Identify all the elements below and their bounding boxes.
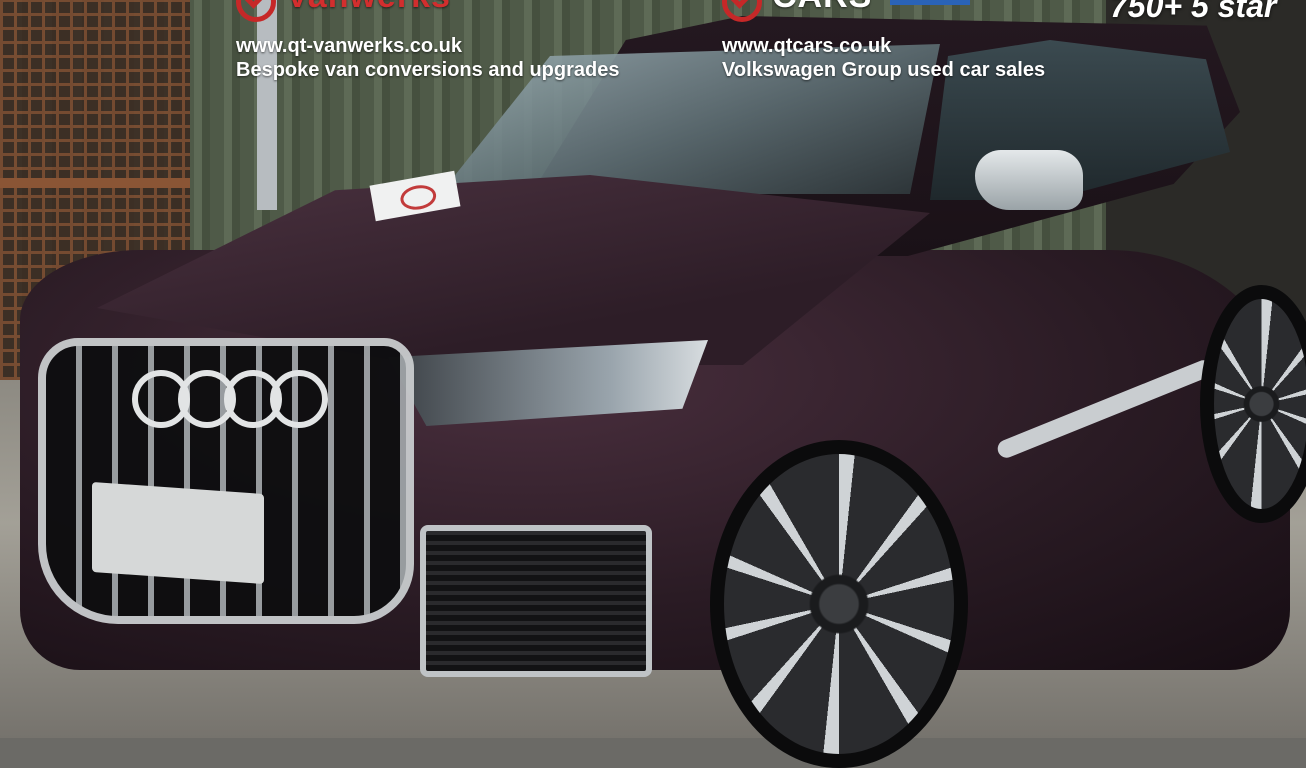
number-plate (92, 481, 264, 585)
qtcars-brand: CARS www.qtcars.co.uk Volkswagen Group u… (722, 0, 1045, 82)
qtcars-tagline: Volkswagen Group used car sales (722, 59, 1046, 81)
qt-logo-icon (722, 0, 762, 22)
qtcars-logo: CARS (722, 0, 1045, 32)
vanwerks-url[interactable]: www.qt-vanwerks.co.uk (236, 34, 619, 58)
wing-mirror (975, 150, 1083, 210)
vanwerks-logo-text: Vanwerks (286, 0, 451, 16)
vanwerks-tagline: Bespoke van conversions and upgrades (236, 59, 620, 81)
front-wheel (710, 440, 968, 768)
lower-air-intake (420, 525, 652, 677)
review-rating-text: 750+ 5 star (1110, 0, 1277, 24)
audi-suv-photo (0, 0, 1306, 768)
qt-logo-icon (236, 0, 276, 22)
audi-rings-icon (132, 370, 328, 428)
vanwerks-brand: Vanwerks www.qt-vanwerks.co.uk Bespoke v… (236, 0, 619, 82)
qtcars-url[interactable]: www.qtcars.co.uk (722, 34, 1045, 58)
flag-icon (890, 0, 971, 5)
vanwerks-logo: Vanwerks (236, 0, 619, 32)
qtcars-logo-text: CARS (772, 0, 872, 16)
